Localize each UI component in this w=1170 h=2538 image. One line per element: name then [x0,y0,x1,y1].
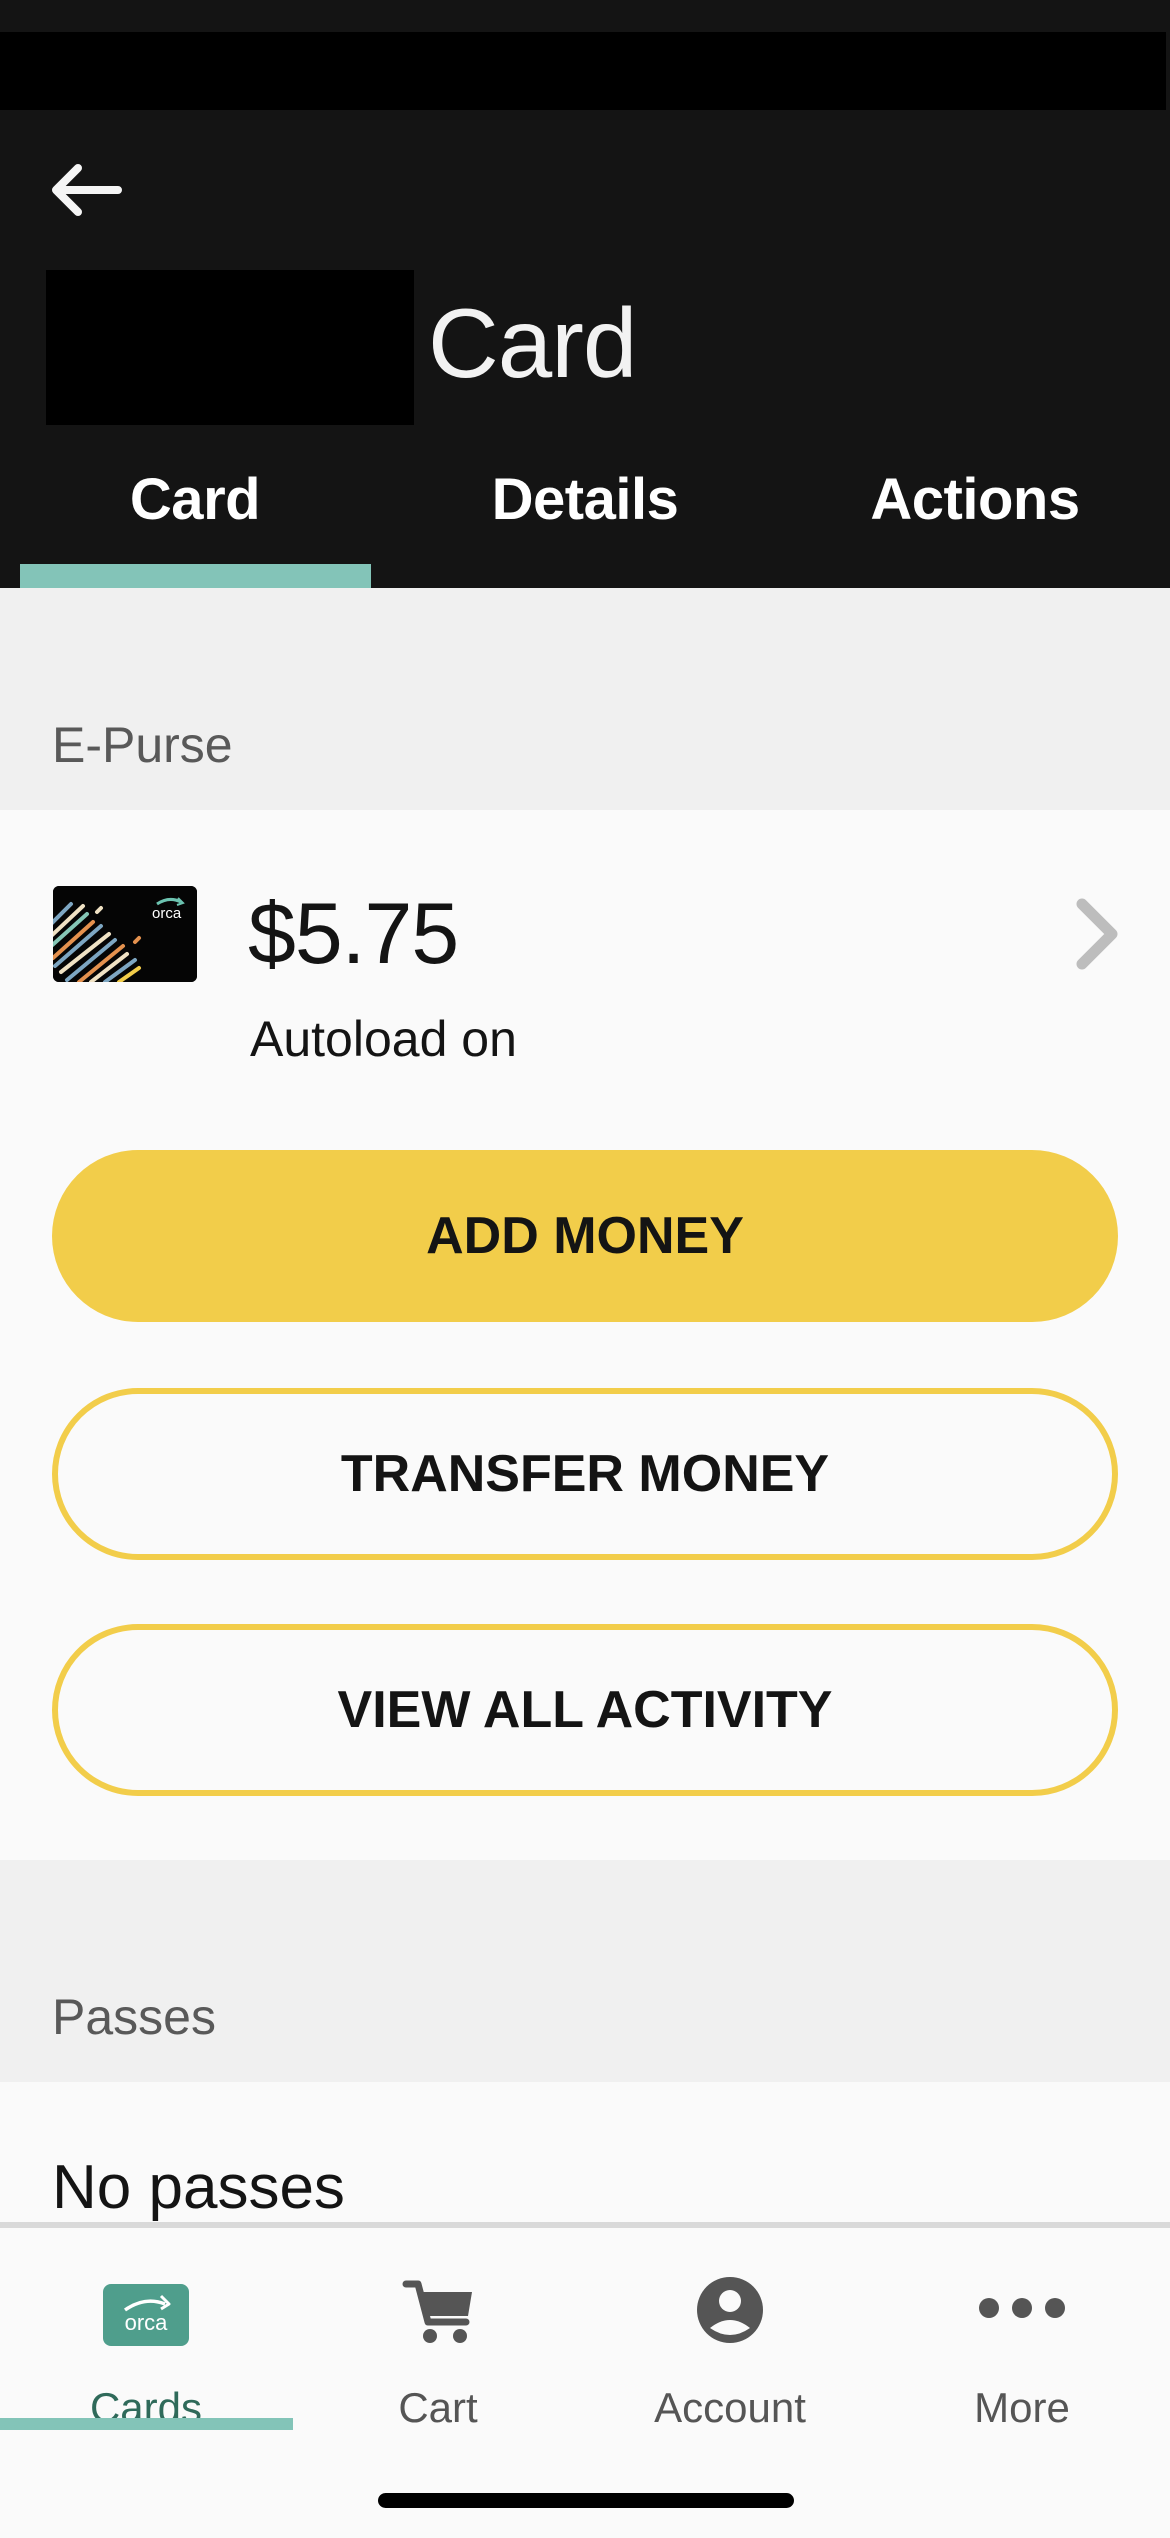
page-title: Card [428,288,637,398]
nav-item-more[interactable]: More [876,2228,1168,2438]
tab-label: Actions [870,467,1080,532]
nav-label: Account [654,2384,806,2431]
epurse-details-button[interactable] [1066,892,1130,976]
more-horizontal-icon [978,2296,1066,2325]
tab-details[interactable]: Details [390,450,780,588]
orca-card-image: orca [53,886,197,982]
account-circle-icon [696,2276,764,2349]
epurse-balance: $5.75 [248,886,459,982]
add-money-button[interactable]: ADD MONEY [52,1150,1118,1322]
tab-label: Details [491,467,679,532]
nav-item-cart[interactable]: Cart [292,2228,584,2438]
no-passes-message: No passes [52,2153,345,2222]
view-all-activity-button[interactable]: VIEW ALL ACTIVITY [52,1624,1118,1796]
tab-label: Card [129,467,261,532]
nav-label: More [974,2384,1070,2431]
nav-label: Cart [398,2384,478,2431]
section-title: E-Purse [52,717,233,773]
orca-card-icon: orca [103,2284,189,2351]
epurse-section-header: E-Purse [0,588,1170,810]
nav-item-account[interactable]: Account [584,2228,876,2438]
active-tab-indicator [20,564,371,588]
home-indicator[interactable] [378,2493,794,2508]
orca-card-art: orca [53,886,197,982]
autoload-status: Autoload on [250,1011,517,1067]
active-nav-indicator [0,2418,293,2430]
svg-text:orca: orca [125,2310,169,2335]
transfer-money-button[interactable]: TRANSFER MONEY [52,1388,1118,1560]
section-title: Passes [52,1989,216,2045]
tab-actions[interactable]: Actions [780,450,1170,588]
svg-text:orca: orca [152,905,182,922]
arrow-left-icon [52,164,122,216]
back-button[interactable] [48,150,148,230]
cart-icon [402,2278,474,2349]
bottom-navigation: orca Cards Cart Account More [0,2222,1170,2538]
passes-section-header: Passes [0,1860,1170,2082]
nav-item-cards[interactable]: orca Cards [0,2228,292,2438]
redacted-card-name [46,270,414,425]
chevron-right-icon [1076,898,1118,970]
redacted-status-bar [0,32,1166,110]
